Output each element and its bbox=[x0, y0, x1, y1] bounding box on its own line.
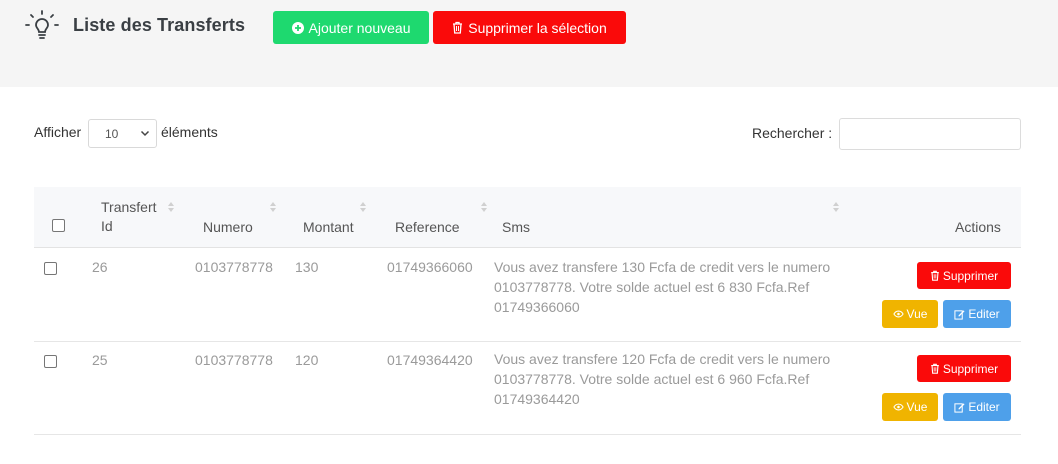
sms-text: Vous avez transfere 130 Fcfa de credit v… bbox=[494, 259, 831, 315]
select-all-checkbox[interactable] bbox=[52, 219, 65, 232]
search-label: Rechercher : bbox=[752, 125, 833, 141]
column-header-transfert-id[interactable]: Transfert Id bbox=[101, 199, 157, 234]
sms-text: Vous avez transfere 120 Fcfa de credit v… bbox=[494, 351, 831, 407]
trash-icon bbox=[930, 270, 940, 281]
eye-icon bbox=[892, 310, 904, 318]
table-row: 26 0103778778 130 01749366060 Vous avez … bbox=[34, 248, 1021, 342]
numero: 0103778778 bbox=[195, 352, 273, 368]
add-new-label: Ajouter nouveau bbox=[308, 19, 411, 36]
reference: 01749366060 bbox=[387, 259, 473, 275]
lightbulb-icon bbox=[25, 10, 59, 39]
delete-selection-button[interactable]: Supprimer la sélection bbox=[433, 11, 626, 44]
row-checkbox[interactable] bbox=[44, 355, 57, 368]
transfert-id: 26 bbox=[92, 259, 108, 275]
chevron-down-icon bbox=[140, 130, 150, 137]
edit-icon bbox=[954, 309, 965, 320]
edit-row-button[interactable]: Editer bbox=[943, 300, 1011, 328]
column-header-sms[interactable]: Sms bbox=[502, 219, 530, 235]
trash-icon bbox=[930, 363, 940, 374]
add-new-button[interactable]: Ajouter nouveau bbox=[273, 11, 429, 44]
numero: 0103778778 bbox=[195, 259, 273, 275]
column-header-actions: Actions bbox=[955, 219, 1001, 235]
transfert-id: 25 bbox=[92, 352, 108, 368]
table-row: 25 0103778778 120 01749364420 Vous avez … bbox=[34, 342, 1021, 435]
delete-row-button[interactable]: Supprimer bbox=[917, 262, 1011, 289]
column-header-reference[interactable]: Reference bbox=[395, 219, 460, 235]
montant: 130 bbox=[295, 259, 319, 275]
sort-icon bbox=[270, 202, 276, 212]
page-size-select[interactable]: 10 bbox=[88, 119, 157, 148]
edit-icon bbox=[954, 402, 965, 413]
trash-icon bbox=[452, 21, 463, 34]
show-suffix: éléments bbox=[161, 124, 218, 140]
sort-icon bbox=[168, 202, 174, 212]
page-size-value: 10 bbox=[105, 126, 119, 141]
view-row-button[interactable]: Vue bbox=[882, 300, 938, 328]
column-header-numero[interactable]: Numero bbox=[203, 219, 253, 235]
sort-icon bbox=[833, 202, 839, 212]
page-title: Liste des Transferts bbox=[73, 15, 246, 35]
column-header-montant[interactable]: Montant bbox=[303, 219, 354, 235]
delete-selection-label: Supprimer la sélection bbox=[468, 19, 607, 36]
delete-row-button[interactable]: Supprimer bbox=[917, 355, 1011, 382]
search-input[interactable] bbox=[839, 118, 1021, 150]
plus-circle-icon bbox=[291, 21, 304, 34]
show-label: Afficher bbox=[34, 124, 82, 140]
montant: 120 bbox=[295, 352, 319, 368]
table-header: Transfert Id Numero Montant Reference Sm… bbox=[34, 187, 1021, 248]
eye-icon bbox=[892, 403, 904, 411]
view-row-button[interactable]: Vue bbox=[882, 393, 938, 421]
sort-icon bbox=[481, 202, 487, 212]
row-checkbox[interactable] bbox=[44, 262, 57, 275]
reference: 01749364420 bbox=[387, 352, 473, 368]
sort-icon bbox=[360, 202, 366, 212]
edit-row-button[interactable]: Editer bbox=[943, 393, 1011, 421]
